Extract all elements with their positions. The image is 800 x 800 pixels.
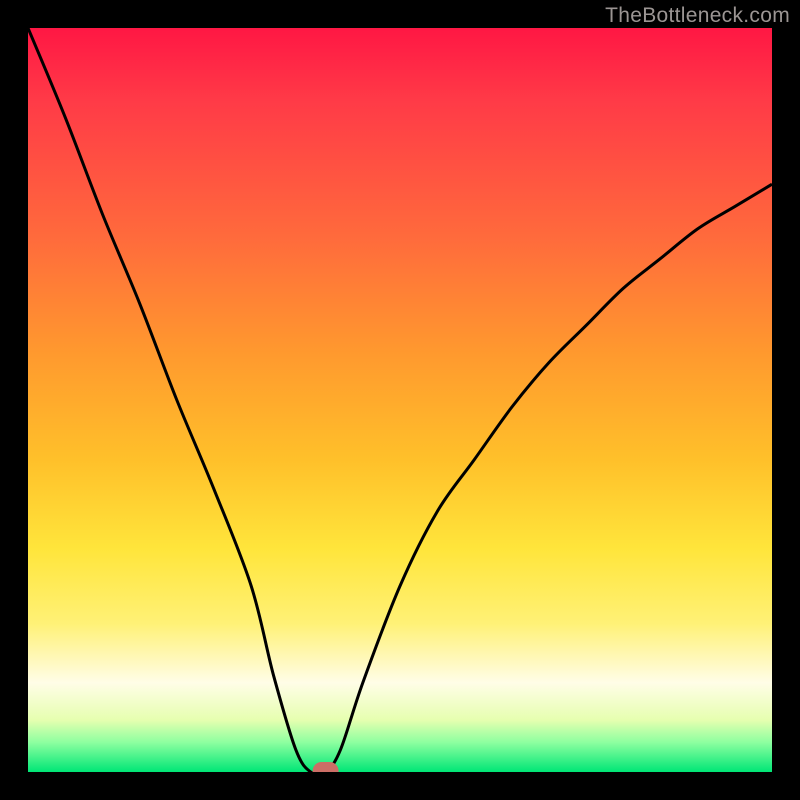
chart-svg (28, 28, 772, 772)
chart-frame: TheBottleneck.com (0, 0, 800, 800)
watermark-text: TheBottleneck.com (605, 4, 790, 28)
plot-area (28, 28, 772, 772)
curve-layer (28, 28, 772, 772)
bottleneck-curve (28, 28, 772, 772)
